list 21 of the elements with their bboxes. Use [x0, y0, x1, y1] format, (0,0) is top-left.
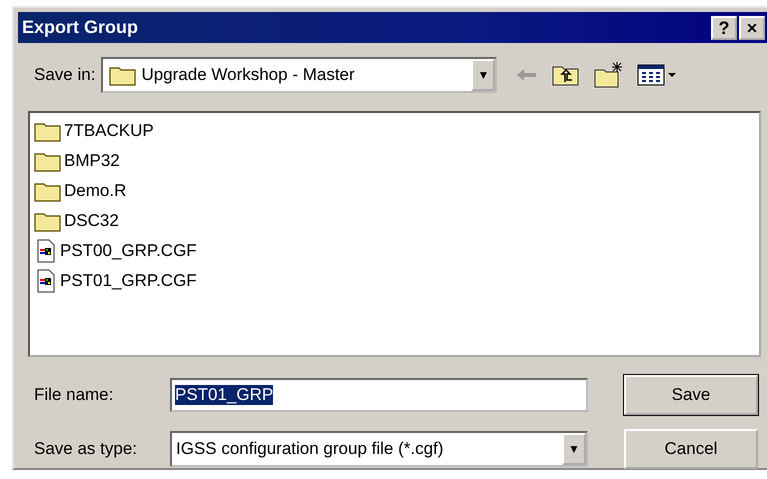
save-as-type-dropdown[interactable]: IGSS configuration group file (*.cgf) ▼	[170, 431, 588, 467]
file-name-label: File name:	[34, 385, 114, 405]
window-title: Export Group	[22, 17, 139, 38]
dropdown-button[interactable]: ▼	[562, 433, 586, 465]
file-list-item[interactable]: Demo.R	[34, 179, 755, 203]
save-in-label: Save in:	[34, 65, 96, 85]
file-list-item[interactable]: DSC32	[34, 209, 755, 233]
file-list-item[interactable]: 7TBACKUP	[34, 119, 755, 143]
file-name-field[interactable]: PST01_GRP	[170, 378, 588, 412]
save-in-dropdown[interactable]: Upgrade Workshop - Master ▼	[101, 57, 498, 93]
dropdown-button[interactable]: ▼	[471, 59, 496, 91]
save-button[interactable]: Save	[624, 375, 758, 415]
close-button[interactable]: ×	[739, 16, 765, 40]
file-list-item[interactable]: PST00_GRP.CGF	[34, 239, 755, 263]
save-in-value: Upgrade Workshop - Master	[140, 65, 356, 85]
file-list-item[interactable]: PST01_GRP.CGF	[34, 269, 755, 293]
save-as-type-label: Save as type:	[34, 439, 138, 459]
file-list-item[interactable]: BMP32	[34, 149, 755, 173]
help-button[interactable]: ?	[711, 16, 737, 40]
cancel-button[interactable]: Cancel	[624, 429, 758, 469]
save-as-type-value: IGSS configuration group file (*.cgf)	[175, 439, 444, 459]
